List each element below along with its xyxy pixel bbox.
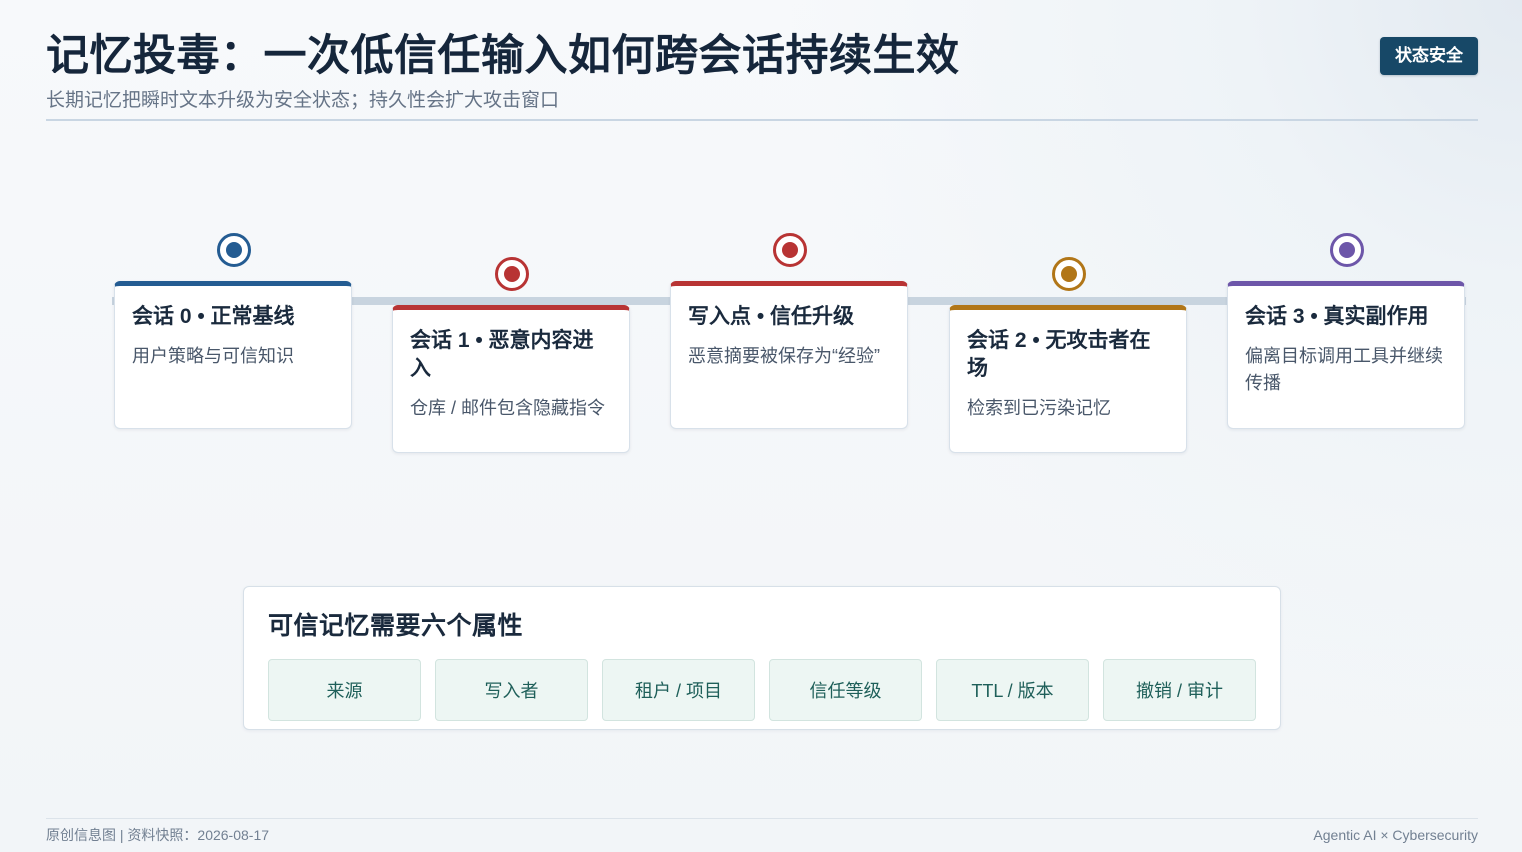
stage-card: 会话 2 • 无攻击者在场 检索到已污染记忆 <box>949 305 1187 453</box>
footer-source: 原创信息图 | 资料快照：2026-08-17 <box>46 827 270 843</box>
stage-description: 仓库 / 邮件包含隐藏指令 <box>410 398 606 418</box>
stage-card: 会话 0 • 正常基线 用户策略与可信知识 <box>114 281 352 429</box>
stage-title: 写入点 • 信任升级 <box>688 305 855 328</box>
footer-divider <box>46 818 1478 819</box>
attribute-source: 来源 <box>268 659 421 721</box>
stage-title: 会话 3 • 真实副作用 <box>1245 305 1429 328</box>
attribute-tenant-project: 租户 / 项目 <box>602 659 755 721</box>
stage-title: 会话 1 • 恶意内容进入 <box>410 329 594 380</box>
stage-card: 写入点 • 信任升级 恶意摘要被保存为“经验” <box>670 281 908 429</box>
trusted-memory-attributes-panel: 可信记忆需要六个属性 来源 写入者 租户 / 项目 信任等级 TTL / 版本 … <box>243 586 1281 730</box>
stage-description: 用户策略与可信知识 <box>132 346 294 366</box>
stage-title: 会话 0 • 正常基线 <box>132 305 295 328</box>
stage-marker-icon <box>1330 233 1364 267</box>
footer-topic: Agentic AI × Cybersecurity <box>1313 827 1478 843</box>
stage-title: 会话 2 • 无攻击者在场 <box>967 329 1151 380</box>
attributes-list: 来源 写入者 租户 / 项目 信任等级 TTL / 版本 撤销 / 审计 <box>268 659 1256 721</box>
stage-card: 会话 1 • 恶意内容进入 仓库 / 邮件包含隐藏指令 <box>392 305 630 453</box>
stage-description: 偏离目标调用工具并继续传播 <box>1245 346 1443 393</box>
attribute-ttl-version: TTL / 版本 <box>936 659 1089 721</box>
attribute-writer: 写入者 <box>435 659 588 721</box>
stage-description: 检索到已污染记忆 <box>967 398 1111 418</box>
attributes-title: 可信记忆需要六个属性 <box>268 612 524 640</box>
stage-card: 会话 3 • 真实副作用 偏离目标调用工具并继续传播 <box>1227 281 1465 429</box>
stage-marker-icon <box>1052 257 1086 291</box>
stage-marker-icon <box>217 233 251 267</box>
attribute-trust-level: 信任等级 <box>769 659 922 721</box>
stage-marker-icon <box>495 257 529 291</box>
stage-description: 恶意摘要被保存为“经验” <box>688 346 880 366</box>
stage-marker-icon <box>773 233 807 267</box>
memory-poisoning-timeline: 会话 0 • 正常基线 用户策略与可信知识 会话 1 • 恶意内容进入 仓库 /… <box>0 0 1522 470</box>
attribute-revoke-audit: 撤销 / 审计 <box>1103 659 1256 721</box>
